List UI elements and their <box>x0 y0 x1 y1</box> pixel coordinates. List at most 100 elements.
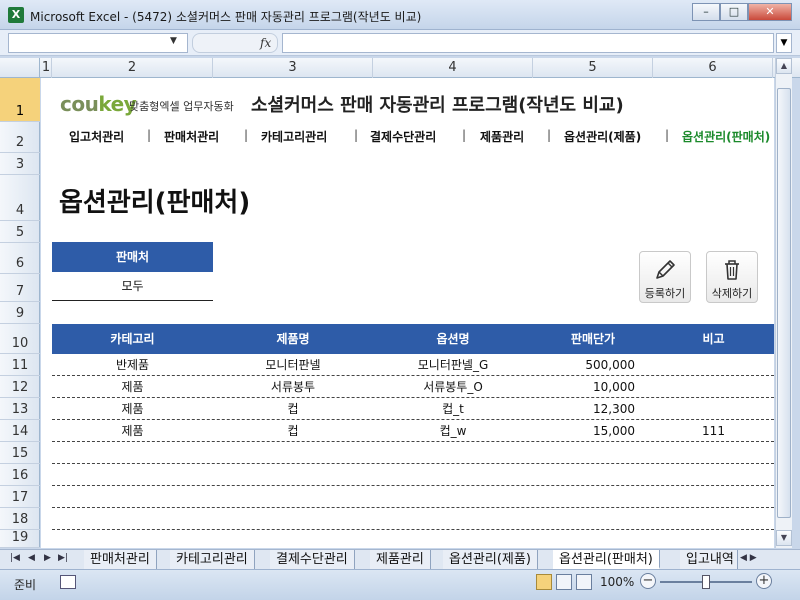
menu-item-payment-methods[interactable]: 결제수단관리 <box>370 128 436 145</box>
cell-product[interactable]: 컵 <box>213 420 373 442</box>
cell-note[interactable] <box>653 376 774 398</box>
cell-price[interactable] <box>533 486 635 508</box>
cell-price[interactable]: 15,000 <box>533 420 635 442</box>
first-sheet-icon[interactable]: |◀ <box>10 553 20 563</box>
table-row[interactable]: 제품 컵 컵_w 15,000 111 <box>52 420 774 442</box>
cell-option[interactable]: 서류봉투_O <box>373 376 533 398</box>
table-row[interactable] <box>52 464 774 486</box>
cell-note[interactable] <box>653 354 774 376</box>
cell-note[interactable] <box>653 508 774 530</box>
name-box[interactable] <box>8 33 188 53</box>
cell-option[interactable] <box>373 508 533 530</box>
cell-category[interactable] <box>52 486 213 508</box>
row-header[interactable]: 13 <box>0 398 40 420</box>
maximize-button[interactable]: □ <box>720 3 748 21</box>
sheet-tab[interactable]: 판매처관리 <box>84 550 157 569</box>
row-header[interactable]: 12 <box>0 376 40 398</box>
cell-option[interactable] <box>373 464 533 486</box>
scroll-down-icon[interactable]: ▼ <box>776 530 792 546</box>
cell-note[interactable]: 111 <box>653 420 774 442</box>
row-header[interactable]: 18 <box>0 508 40 530</box>
column-header[interactable]: 5 <box>533 58 653 78</box>
cell-product[interactable] <box>213 464 373 486</box>
column-header[interactable]: 6 <box>653 58 773 78</box>
column-header[interactable]: 4 <box>373 58 533 78</box>
prev-sheet-icon[interactable]: ◀ <box>28 553 35 563</box>
page-break-view-icon[interactable] <box>576 574 592 590</box>
vertical-scrollbar[interactable]: ▲ ▼ <box>775 58 792 548</box>
menu-item-receiving[interactable]: 입고처관리 <box>69 128 124 145</box>
cell-option[interactable] <box>373 486 533 508</box>
cell-price[interactable]: 12,300 <box>533 398 635 420</box>
table-row[interactable] <box>52 442 774 464</box>
row-header[interactable]: 19 <box>0 530 40 548</box>
sheet-tab[interactable]: 결제수단관리 <box>270 550 355 569</box>
cell-product[interactable] <box>213 530 373 548</box>
cell-product[interactable]: 모니터판넬 <box>213 354 373 376</box>
zoom-slider-thumb[interactable] <box>702 575 710 589</box>
row-header[interactable]: 17 <box>0 486 40 508</box>
cell-category[interactable]: 제품 <box>52 398 213 420</box>
cell-product[interactable]: 컵 <box>213 398 373 420</box>
next-sheet-icon[interactable]: ▶ <box>44 553 51 563</box>
normal-view-icon[interactable] <box>536 574 552 590</box>
cell-category[interactable] <box>52 530 213 548</box>
cell-option[interactable] <box>373 530 533 548</box>
menu-item-products[interactable]: 제품관리 <box>480 128 524 145</box>
row-header[interactable]: 14 <box>0 420 40 442</box>
select-all-corner[interactable] <box>0 58 40 78</box>
cell-option[interactable]: 모니터판넬_G <box>373 354 533 376</box>
menu-item-sellers[interactable]: 판매처관리 <box>164 128 219 145</box>
row-header[interactable]: 11 <box>0 354 40 376</box>
zoom-in-icon[interactable]: + <box>756 573 772 589</box>
table-row[interactable]: 반제품 모니터판넬 모니터판넬_G 500,000 <box>52 354 774 376</box>
sheet-tab[interactable]: 옵션관리(제품) <box>443 550 538 569</box>
menu-item-options-seller[interactable]: 옵션관리(판매처) <box>682 128 770 145</box>
row-header[interactable]: 7 <box>0 274 40 302</box>
table-row[interactable] <box>52 530 774 548</box>
macro-record-icon[interactable] <box>60 575 76 589</box>
table-row[interactable] <box>52 486 774 508</box>
column-header[interactable]: 1 <box>41 58 52 78</box>
close-button[interactable]: ✕ <box>748 3 792 21</box>
cell-price[interactable] <box>533 530 635 548</box>
tab-scroll-icon[interactable]: ◀ ▶ <box>740 553 770 567</box>
cell-option[interactable]: 컵_w <box>373 420 533 442</box>
cell-price[interactable]: 10,000 <box>533 376 635 398</box>
last-sheet-icon[interactable]: ▶| <box>58 553 68 563</box>
expand-formula-bar-icon[interactable]: ▼ <box>776 33 792 53</box>
column-header[interactable]: 2 <box>52 58 213 78</box>
delete-button[interactable]: 삭제하기 <box>706 251 758 303</box>
cell-price[interactable] <box>533 508 635 530</box>
worksheet[interactable]: coukey 맞춤형엑셀 업무자동화 소셜커머스 판매 자동관리 프로그램(작년… <box>41 78 774 548</box>
row-header[interactable]: 15 <box>0 442 40 464</box>
register-button[interactable]: 등록하기 <box>639 251 691 303</box>
row-header[interactable]: 16 <box>0 464 40 486</box>
cell-category[interactable]: 제품 <box>52 376 213 398</box>
minimize-button[interactable]: – <box>692 3 720 21</box>
cell-category[interactable]: 제품 <box>52 420 213 442</box>
cell-product[interactable] <box>213 442 373 464</box>
sheet-tab[interactable]: 카테고리관리 <box>170 550 255 569</box>
cell-category[interactable] <box>52 464 213 486</box>
cell-note[interactable] <box>653 442 774 464</box>
scroll-up-icon[interactable]: ▲ <box>776 58 792 74</box>
zoom-out-icon[interactable]: − <box>640 573 656 589</box>
sheet-tab-active[interactable]: 옵션관리(판매처) <box>553 550 660 569</box>
row-header[interactable]: 10 <box>0 324 40 354</box>
cell-category[interactable] <box>52 442 213 464</box>
cell-note[interactable] <box>653 464 774 486</box>
row-header[interactable]: 2 <box>0 122 40 153</box>
column-header[interactable]: 3 <box>213 58 373 78</box>
row-header[interactable]: 6 <box>0 243 40 274</box>
cell-price[interactable] <box>533 442 635 464</box>
cell-price[interactable]: 500,000 <box>533 354 635 376</box>
cell-note[interactable] <box>653 530 774 548</box>
zoom-level[interactable]: 100% <box>600 575 634 589</box>
excel-app-icon[interactable]: X <box>8 7 24 23</box>
row-header[interactable]: 9 <box>0 302 40 324</box>
table-row[interactable]: 제품 컵 컵_t 12,300 <box>52 398 774 420</box>
seller-filter-select[interactable]: 모두 <box>52 273 213 301</box>
cell-product[interactable] <box>213 508 373 530</box>
row-header[interactable]: 4 <box>0 175 40 221</box>
